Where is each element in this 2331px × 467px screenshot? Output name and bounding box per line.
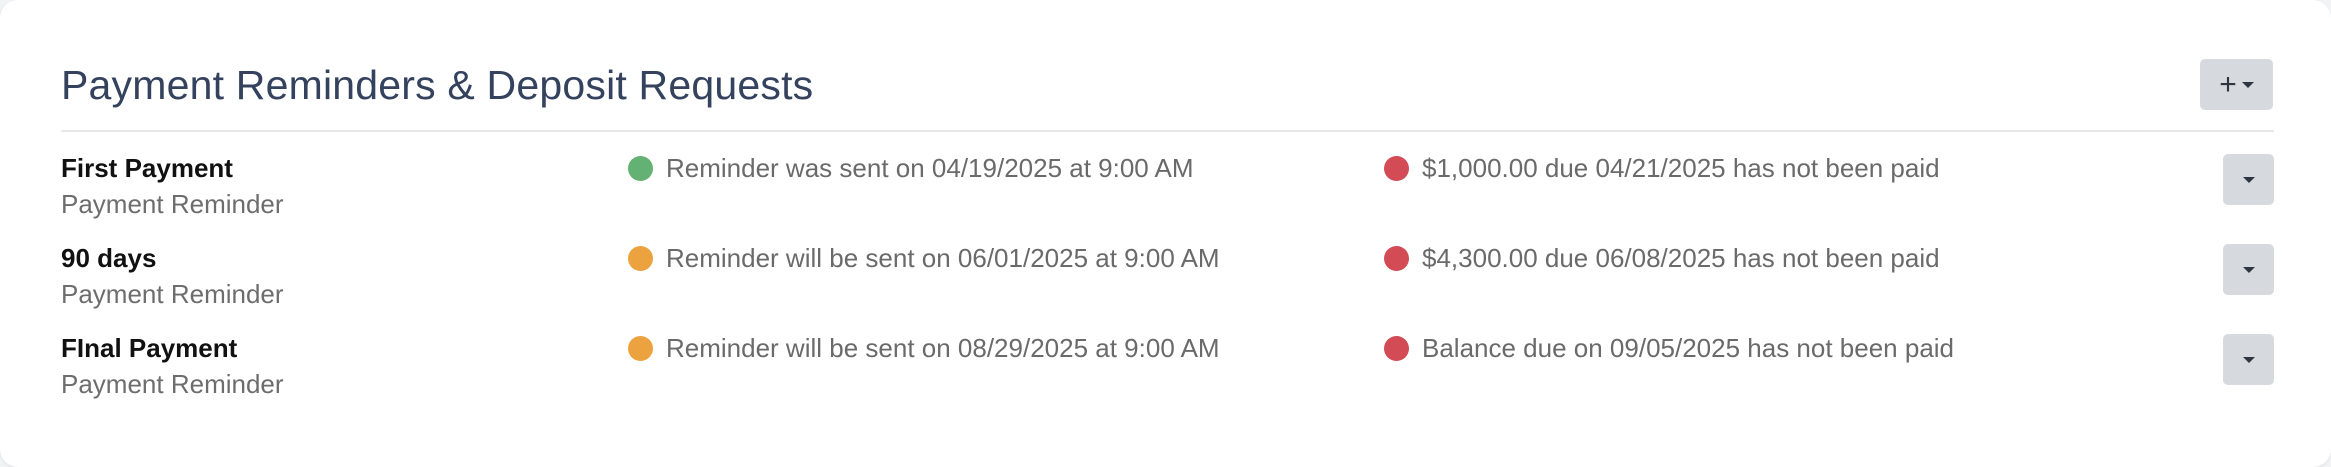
status-dot-icon — [1384, 155, 1409, 181]
add-reminder-dropdown-button[interactable]: + — [2200, 59, 2273, 110]
section-header: Payment Reminders & Deposit Requests + — [61, 58, 2274, 132]
reminder-name: FInal Payment — [61, 333, 238, 363]
caret-down-icon — [2242, 266, 2255, 273]
payment-status-text: $1,000.00 due 04/21/2025 has not been pa… — [1422, 153, 1940, 183]
row-actions-dropdown-button[interactable] — [2223, 334, 2274, 385]
caret-down-icon — [2242, 356, 2255, 363]
reminder-status: Reminder will be sent on 06/01/2025 at 9… — [628, 242, 1220, 274]
reminder-type: Payment Reminder — [61, 279, 284, 309]
status-dot-icon — [1384, 245, 1409, 271]
payment-status: $4,300.00 due 06/08/2025 has not been pa… — [1384, 242, 1940, 274]
reminder-status-text: Reminder will be sent on 06/01/2025 at 9… — [666, 243, 1220, 273]
row-actions-dropdown-button[interactable] — [2223, 244, 2274, 295]
payment-reminders-card: Payment Reminders & Deposit Requests + F… — [0, 0, 2331, 467]
reminder-type: Payment Reminder — [61, 189, 284, 219]
caret-down-icon — [2241, 81, 2254, 88]
section-title: Payment Reminders & Deposit Requests — [61, 62, 814, 108]
payment-status: $1,000.00 due 04/21/2025 has not been pa… — [1384, 152, 1940, 184]
plus-icon: + — [2219, 67, 2237, 101]
reminder-status-text: Reminder was sent on 04/19/2025 at 9:00 … — [666, 153, 1194, 183]
status-dot-icon — [628, 155, 653, 181]
payment-status: Balance due on 09/05/2025 has not been p… — [1384, 332, 1954, 364]
reminder-status: Reminder was sent on 04/19/2025 at 9:00 … — [628, 152, 1194, 184]
reminder-row: FInal Payment Payment Reminder Reminder … — [61, 330, 2274, 410]
payment-status-text: Balance due on 09/05/2025 has not been p… — [1422, 333, 1955, 363]
reminder-type: Payment Reminder — [61, 369, 284, 399]
row-actions-dropdown-button[interactable] — [2223, 154, 2274, 205]
status-dot-icon — [628, 335, 653, 361]
reminder-row: First Payment Payment Reminder Reminder … — [61, 150, 2274, 230]
reminder-row: 90 days Payment Reminder Reminder will b… — [61, 240, 2274, 320]
status-dot-icon — [1384, 335, 1409, 361]
reminder-name: First Payment — [61, 153, 233, 183]
reminder-name: 90 days — [61, 243, 157, 273]
payment-status-text: $4,300.00 due 06/08/2025 has not been pa… — [1422, 243, 1940, 273]
status-dot-icon — [628, 245, 653, 271]
reminder-status: Reminder will be sent on 08/29/2025 at 9… — [628, 332, 1220, 364]
caret-down-icon — [2242, 176, 2255, 183]
reminder-status-text: Reminder will be sent on 08/29/2025 at 9… — [666, 333, 1220, 363]
